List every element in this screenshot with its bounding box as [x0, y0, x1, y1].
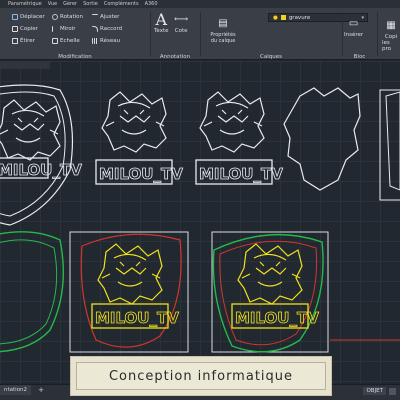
logo-text: MILOU_TV [99, 165, 183, 183]
logo-text: MILOU_TV [199, 165, 283, 183]
mascot-drawing [97, 243, 163, 305]
mascot-drawing [199, 91, 265, 153]
layout-tab[interactable]: ntation2 [0, 385, 32, 395]
status-tool-icon[interactable] [389, 387, 396, 395]
logo-text: MILOU_TV [235, 309, 319, 327]
status-right-tools: OBJET [363, 385, 400, 397]
logo-text: MILOU_TV [95, 309, 179, 327]
mascot-drawing [237, 243, 303, 305]
green-shield-outline [0, 231, 64, 353]
caption-text: Conception informatique [108, 368, 294, 384]
mascot-drawing [101, 91, 167, 153]
caption-banner: Conception informatique [70, 356, 332, 396]
silhouette-outline [283, 87, 361, 191]
logo-text: MILOU_TV [0, 161, 82, 179]
frame-outline [69, 231, 189, 353]
white-badge-outline [0, 84, 74, 226]
objet-toggle[interactable]: OBJET [363, 387, 386, 395]
caption-inner-frame: Conception informatique [76, 362, 326, 390]
add-layout-button[interactable]: + [37, 386, 45, 394]
mascot-drawing [0, 99, 61, 161]
drawing-svg: MILOU_TV MILOU_TV MILOU_TV MILOU_TV MILO… [0, 84, 400, 353]
